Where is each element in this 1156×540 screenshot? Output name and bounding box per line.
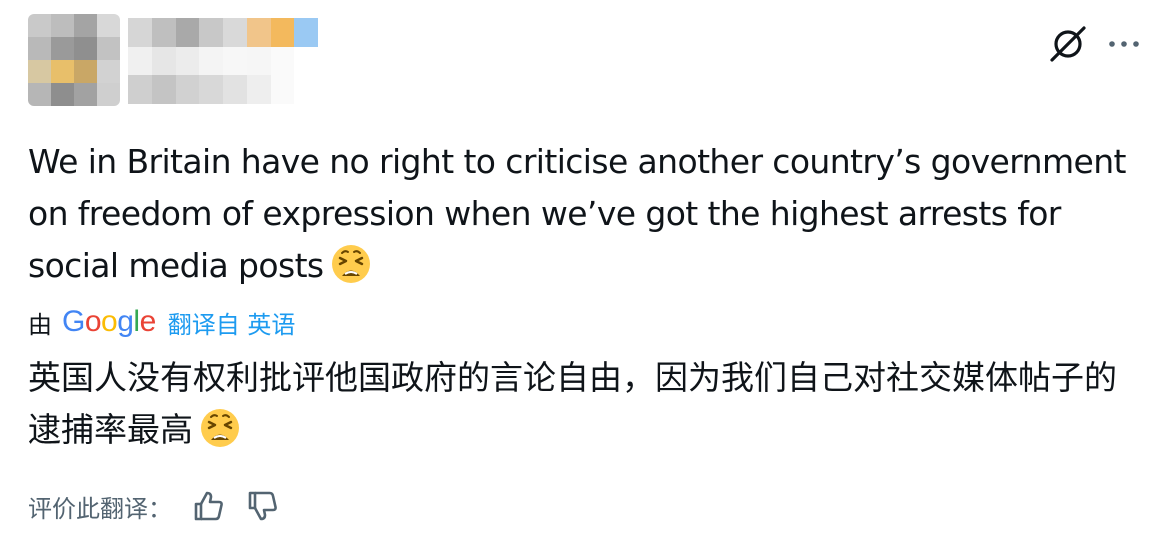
avatar[interactable] (28, 14, 120, 106)
translated-text-body: 英国人没有权利批评他国政府的言论自由，因为我们自己对社交媒体帖子的逮捕率最高 (28, 358, 1117, 449)
rate-translation: 评价此翻译： (28, 484, 280, 528)
translated-text: 英国人没有权利批评他国政府的言论自由，因为我们自己对社交媒体帖子的逮捕率最高 (28, 352, 1138, 456)
rate-translation-label: 评价此翻译： (28, 494, 172, 523)
weary-face-emoji-icon (331, 245, 370, 283)
grok-icon[interactable] (1046, 22, 1090, 66)
thumb-down-icon[interactable] (244, 488, 280, 524)
tweet-text: We in Britain have no right to criticise… (28, 136, 1128, 292)
thumb-up-icon[interactable] (190, 488, 226, 524)
weary-face-emoji-icon (201, 409, 239, 447)
translation-attribution: 由 Google 翻译自 英语 (28, 302, 295, 342)
google-logo: Google (62, 305, 156, 338)
tweet-text-body: We in Britain have no right to criticise… (28, 142, 1136, 285)
more-dots-icon[interactable] (1104, 26, 1144, 62)
translated-by-label: 由 (28, 310, 52, 339)
user-name-blurred[interactable] (128, 18, 318, 104)
translated-from-link[interactable]: 翻译自 英语 (168, 305, 296, 340)
tweet-card: We in Britain have no right to criticise… (0, 0, 1156, 540)
